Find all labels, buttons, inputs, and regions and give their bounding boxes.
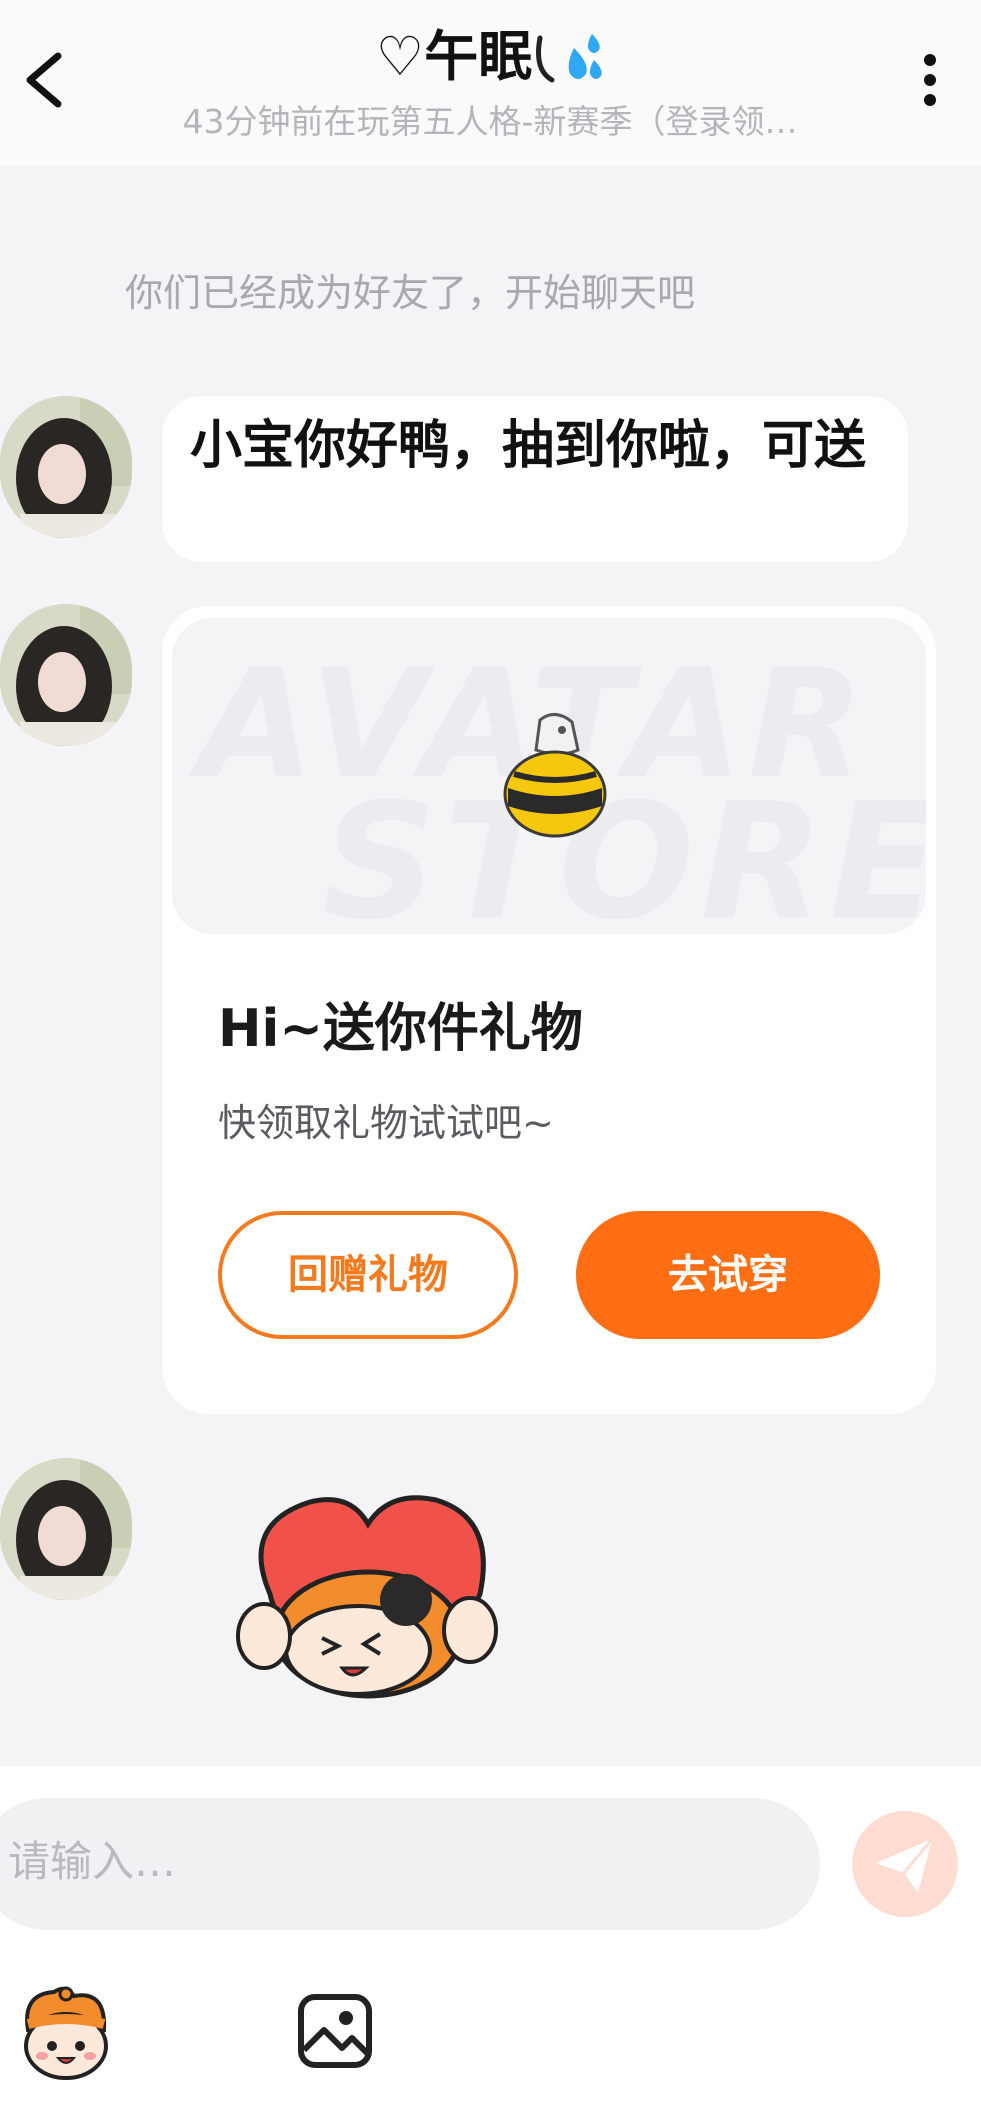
banner-watermark: STORE [322,768,926,934]
mascot-sticker[interactable] [230,1484,506,1704]
gift-card[interactable]: AVATAR STORE Hi~送你件礼物 快领取礼物试试吧~ 回赠礼物 去试穿 [162,606,936,1414]
gift-title: Hi~送你件礼物 [218,999,583,1059]
chat-title: ♡午眠 [200,22,780,92]
avatar[interactable] [0,604,132,746]
image-icon[interactable] [296,1992,374,2070]
chat-subtitle: 43分钟前在玩第五人格-新赛季（登录领… [182,102,798,141]
chat-header: ♡午眠 43分钟前在玩第五人格-新赛季（登录领… [0,0,981,165]
mascot-icon[interactable] [14,1984,118,2084]
chat-title-text: ♡午眠 [375,25,533,88]
input-placeholder: 请输入… [8,1837,177,1886]
gift-item-icon [503,713,607,838]
message-input[interactable]: 请输入… [0,1798,820,1930]
avatar[interactable] [0,1458,132,1600]
message-bubble[interactable]: 小宝你好鸭，抽到你啦，可送 [162,396,908,562]
more-icon[interactable] [905,42,955,118]
avatar-photo [0,396,132,538]
avatar[interactable] [0,396,132,538]
composer: 请输入… [0,1766,981,2119]
sweat-drops-icon [536,34,602,83]
return-gift-button[interactable]: 回赠礼物 [218,1211,518,1339]
system-message: 你们已经成为好友了，开始聊天吧 [124,271,695,315]
send-icon[interactable] [852,1811,958,1917]
gift-banner: AVATAR STORE [172,618,926,934]
avatar-photo [0,1458,132,1600]
avatar-photo [0,604,132,746]
back-icon[interactable] [18,42,78,118]
gift-subtitle: 快领取礼物试试吧~ [218,1101,554,1145]
try-on-button[interactable]: 去试穿 [576,1211,880,1339]
